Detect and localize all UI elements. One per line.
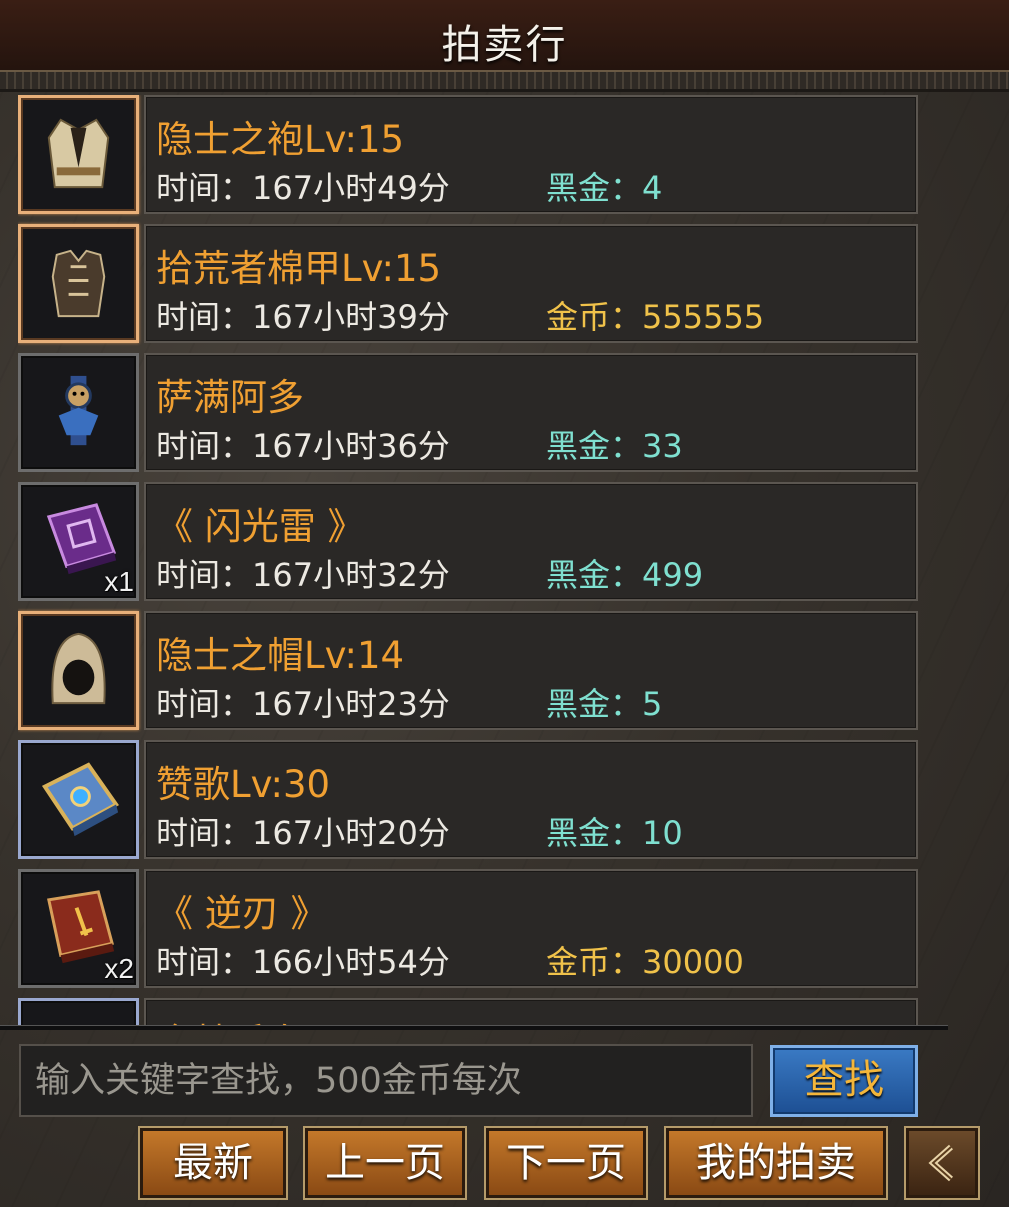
item-name: 隐士之帽Lv:14 [156,634,405,677]
list-divider [0,1025,948,1030]
item-thumbnail[interactable] [18,95,139,214]
item-thumbnail[interactable] [18,611,139,730]
item-info-panel[interactable]: 隐士之袍Lv:15 时间：167小时49分 黑金：4 [144,95,918,214]
hood-icon [51,632,106,705]
item-info-panel[interactable]: 《 闪光雷 》时间：167小时32分 黑金：499 [144,482,918,601]
totem-icon [58,375,99,446]
item-info-panel[interactable]: 萨满阿多时间：167小时36分 黑金：33 [144,353,918,472]
item-price: 黑金：499 [546,556,704,594]
item-info-panel[interactable]: 《 逆刃 》时间：166小时54分 金币：30000 [144,869,918,988]
robe-icon [47,118,110,189]
item-thumbnail[interactable] [18,353,139,472]
page-title: 拍卖行 [441,22,568,68]
item-name: 赞歌Lv:30 [156,763,331,806]
item-name: 《 逆刃 》 [156,892,328,935]
item-price: 金币：30000 [546,943,744,981]
item-thumbnail[interactable] [18,998,139,1025]
item-time-remaining: 时间：167小时20分 [156,814,450,852]
list-item[interactable]: 赞歌Lv:30 时间：167小时20分 黑金：10 [18,740,920,860]
item-name: 萨满阿多 [156,376,304,419]
item-info-panel[interactable]: 隐士之帽Lv:14 时间：167小时23分 黑金：5 [144,611,918,730]
item-price: 黑金：5 [546,685,663,723]
item-info-panel[interactable]: 金梦手套Lv:7 [144,998,918,1025]
auction-list[interactable]: 隐士之袍Lv:15 时间：167小时49分 黑金：4 拾荒者棉甲Lv:15 时间：167… [18,95,920,1025]
item-quantity: x2 [104,953,134,984]
item-price: 黑金：4 [546,169,663,207]
my-auction-button[interactable]: 我的拍卖 [664,1126,888,1200]
item-thumbnail[interactable]: x2 [18,869,139,988]
next-page-button[interactable]: 下一页 [484,1126,648,1200]
back-button[interactable] [904,1126,980,1200]
item-time-remaining: 时间：167小时36分 [156,427,450,465]
item-thumbnail[interactable] [18,740,139,859]
header-border [0,72,1009,92]
item-price: 黑金：10 [546,814,683,852]
item-name: 隐士之袍Lv:15 [156,118,405,161]
item-name: 拾荒者棉甲Lv:15 [156,247,442,290]
list-item[interactable]: 拾荒者棉甲Lv:15 时间：167小时39分 金币：555555 [18,224,920,344]
list-item[interactable]: 隐士之帽Lv:14 时间：167小时23分 黑金：5 [18,611,920,731]
prev-page-button[interactable]: 上一页 [303,1126,467,1200]
item-name: 金梦手套Lv:7 [156,1012,381,1025]
blue-book-icon [41,762,119,837]
item-name: 《 闪光雷 》 [156,505,365,548]
list-item[interactable]: x2 《 逆刃 》时间：166小时54分 金币：30000 [18,869,920,989]
item-price: 黑金：33 [546,427,683,465]
item-time-remaining: 时间：167小时39分 [156,298,450,336]
item-time-remaining: 时间：167小时32分 [156,556,450,594]
item-info-panel[interactable]: 赞歌Lv:30 时间：167小时20分 黑金：10 [144,740,918,859]
chevron-left-icon [928,1144,953,1182]
latest-button[interactable]: 最新 [138,1126,288,1200]
item-thumbnail[interactable]: x1 [18,482,139,601]
search-input[interactable] [19,1044,753,1117]
list-item[interactable]: 金梦手套Lv:7 [18,998,920,1025]
item-time-remaining: 时间：167小时23分 [156,685,450,723]
item-time-remaining: 时间：167小时49分 [156,169,450,207]
glove-icon [31,1011,126,1025]
list-item[interactable]: x1 《 闪光雷 》时间：167小时32分 黑金：499 [18,482,920,602]
item-time-remaining: 时间：166小时54分 [156,943,450,981]
armor-icon [51,249,106,318]
item-thumbnail[interactable] [18,224,139,343]
item-price: 金币：555555 [546,298,765,336]
list-item[interactable]: 萨满阿多时间：167小时36分 黑金：33 [18,353,920,473]
item-info-panel[interactable]: 拾荒者棉甲Lv:15 时间：167小时39分 金币：555555 [144,224,918,343]
item-quantity: x1 [104,566,134,597]
search-button[interactable]: 查找 [770,1045,918,1117]
list-item[interactable]: 隐士之袍Lv:15 时间：167小时49分 黑金：4 [18,95,920,215]
